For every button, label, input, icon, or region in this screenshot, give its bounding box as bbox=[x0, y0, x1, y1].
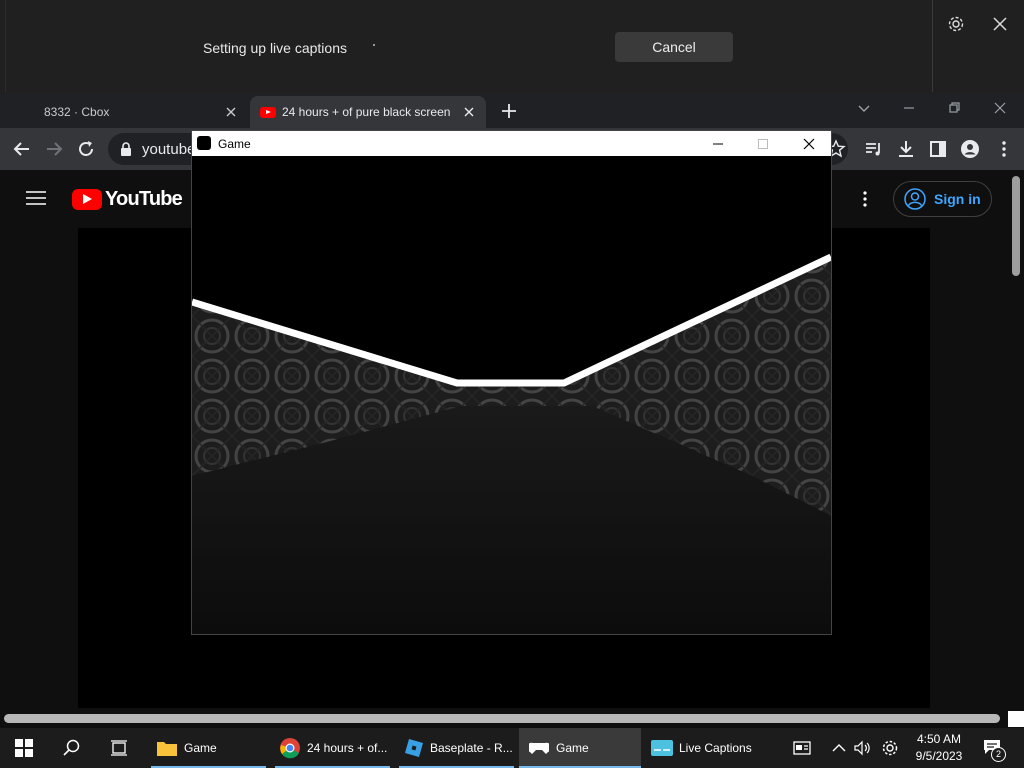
minimize-icon[interactable] bbox=[901, 100, 917, 116]
game-titlebar[interactable]: Game bbox=[192, 131, 831, 156]
close-tab-icon[interactable] bbox=[462, 105, 476, 119]
youtube-wordmark: YouTube bbox=[105, 188, 183, 210]
taskbar-label: Baseplate - R... bbox=[430, 741, 513, 755]
address-text: youtube bbox=[142, 141, 196, 158]
taskbar-label: Game bbox=[556, 741, 589, 755]
settings-gear-icon[interactable] bbox=[946, 14, 966, 34]
taskbar-item-game[interactable]: Game bbox=[519, 728, 641, 768]
horizontal-scrollbar[interactable] bbox=[4, 714, 1000, 723]
taskbar-item-live-captions[interactable]: Live Captions bbox=[647, 728, 762, 768]
news-widget-icon[interactable] bbox=[793, 740, 811, 756]
hamburger-menu-icon[interactable] bbox=[26, 190, 46, 206]
captions-panel bbox=[5, 0, 933, 92]
taskbar-label: Live Captions bbox=[679, 741, 752, 755]
side-panel-icon[interactable] bbox=[928, 139, 948, 159]
taskbar-label: 24 hours + of... bbox=[307, 741, 388, 755]
gamepad-icon bbox=[197, 136, 211, 150]
youtube-logo[interactable]: YouTube bbox=[72, 188, 183, 211]
tab-search-chevron-icon[interactable] bbox=[856, 100, 872, 116]
more-menu-icon[interactable] bbox=[994, 139, 1014, 159]
download-icon[interactable] bbox=[896, 139, 916, 159]
tab-label: 24 hours + of pure black screen 4 bbox=[282, 105, 454, 119]
youtube-play-icon bbox=[72, 189, 102, 210]
game-maximize-icon[interactable] bbox=[756, 137, 770, 151]
back-arrow-icon[interactable] bbox=[12, 139, 32, 159]
game-viewport[interactable] bbox=[192, 156, 831, 634]
loading-indicator bbox=[373, 44, 375, 46]
close-tab-icon[interactable] bbox=[224, 105, 238, 119]
task-view-icon[interactable] bbox=[110, 739, 128, 757]
vertical-scrollbar[interactable] bbox=[1012, 176, 1020, 276]
game-close-icon[interactable] bbox=[802, 137, 816, 151]
close-icon[interactable] bbox=[990, 14, 1010, 34]
chrome-icon bbox=[280, 738, 300, 759]
sign-in-button[interactable]: Sign in bbox=[893, 181, 992, 217]
gamepad-icon bbox=[529, 742, 549, 754]
taskbar-item-file-explorer[interactable]: Game bbox=[151, 728, 266, 768]
youtube-favicon-icon bbox=[260, 106, 276, 118]
volume-icon[interactable] bbox=[853, 740, 871, 756]
folder-icon bbox=[157, 742, 177, 756]
action-center-button[interactable]: 2 bbox=[983, 739, 1007, 762]
roblox-studio-icon bbox=[405, 739, 423, 757]
profile-avatar-icon[interactable] bbox=[960, 139, 980, 159]
clock-date: 9/5/2023 bbox=[915, 749, 963, 763]
tab-youtube[interactable]: 24 hours + of pure black screen 4 bbox=[250, 96, 486, 128]
forward-arrow-icon[interactable] bbox=[44, 139, 64, 159]
captions-status: Setting up live captions bbox=[203, 40, 347, 56]
settings-gear-icon[interactable] bbox=[881, 739, 899, 757]
taskbar-item-roblox-studio[interactable]: Baseplate - R... bbox=[399, 728, 514, 768]
scroll-corner bbox=[1008, 711, 1024, 727]
search-icon[interactable] bbox=[63, 739, 81, 757]
tab-cbox[interactable]: 8332 · Cbox bbox=[30, 96, 248, 128]
lock-icon[interactable] bbox=[120, 142, 132, 156]
cancel-button[interactable]: Cancel bbox=[615, 32, 733, 62]
show-hidden-icons-chevron-icon[interactable] bbox=[831, 741, 847, 755]
game-window[interactable]: Game bbox=[191, 130, 832, 635]
account-circle-icon bbox=[904, 188, 926, 210]
sign-in-label: Sign in bbox=[934, 191, 981, 207]
taskbar-item-chrome[interactable]: 24 hours + of... bbox=[275, 728, 390, 768]
notification-badge: 2 bbox=[991, 747, 1006, 762]
reload-icon[interactable] bbox=[76, 139, 96, 159]
windows-start-icon[interactable] bbox=[15, 739, 33, 757]
media-control-icon[interactable] bbox=[864, 139, 884, 159]
system-clock[interactable]: 4:50 AM 9/5/2023 bbox=[912, 731, 966, 765]
restore-icon[interactable] bbox=[946, 100, 962, 116]
taskbar-label: Game bbox=[184, 741, 217, 755]
game-minimize-icon[interactable] bbox=[711, 137, 725, 151]
live-captions-icon bbox=[651, 740, 673, 756]
more-options-icon[interactable] bbox=[862, 190, 868, 208]
window-close-icon[interactable] bbox=[992, 100, 1008, 116]
game-title: Game bbox=[218, 137, 251, 151]
clock-time: 4:50 AM bbox=[916, 732, 962, 746]
new-tab-icon[interactable] bbox=[500, 102, 518, 120]
live-captions-bar: Setting up live captions Cancel bbox=[0, 0, 1024, 95]
tab-label: 8332 · Cbox bbox=[44, 105, 110, 119]
